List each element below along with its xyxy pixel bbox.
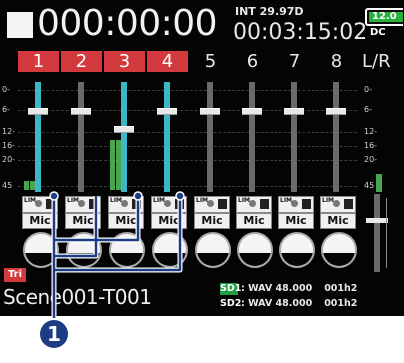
callout-leader-lines [49, 191, 185, 318]
callout-number-badge: 1 [40, 320, 68, 348]
